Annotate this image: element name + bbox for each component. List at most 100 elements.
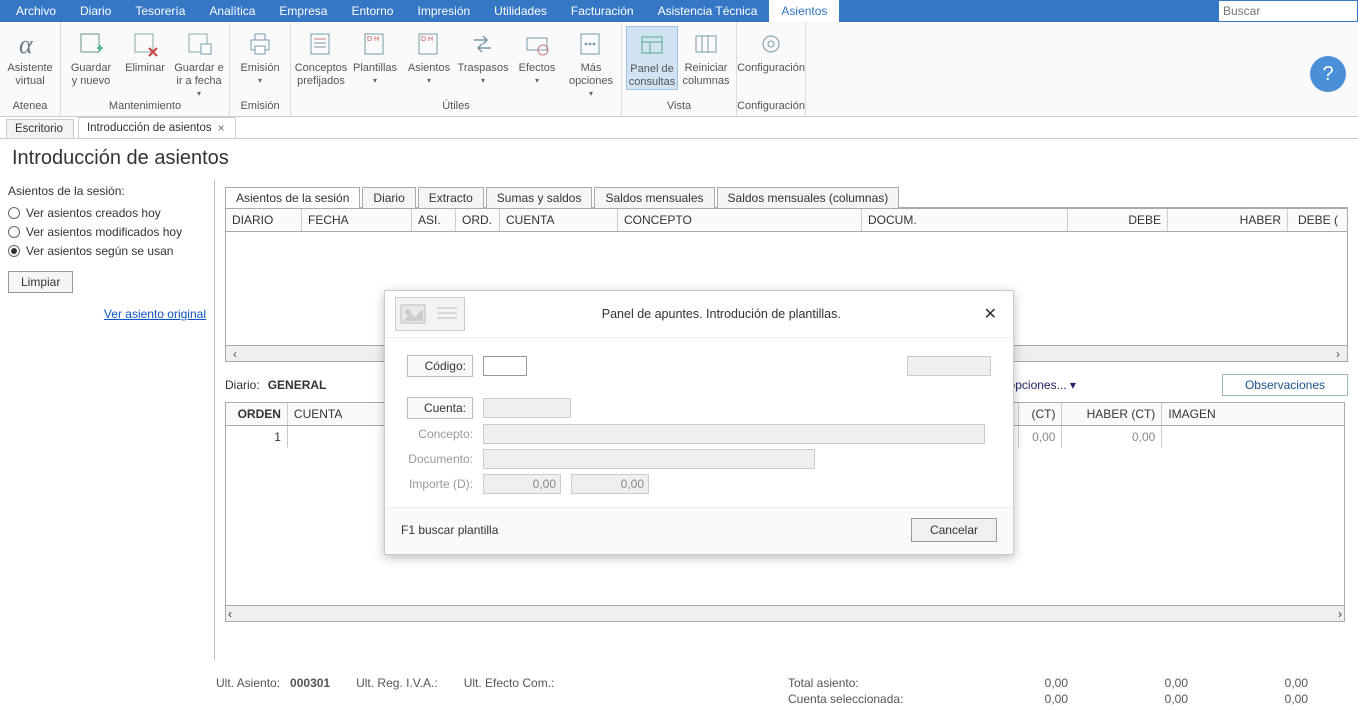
limpiar-button[interactable]: Limpiar xyxy=(8,271,73,293)
diario-value: GENERAL xyxy=(268,378,327,392)
alpha-icon: α xyxy=(14,28,46,60)
radio-usan-label: Ver asientos según se usan xyxy=(26,244,173,258)
documento-input[interactable] xyxy=(483,449,815,469)
menu-diario[interactable]: Diario xyxy=(68,0,123,22)
diario-label: Diario: xyxy=(225,378,260,392)
tab-escritorio[interactable]: Escritorio xyxy=(6,119,74,138)
guardar-fecha-button[interactable]: Guardar eir a fecha ▾ xyxy=(173,26,225,98)
menu-facturacion[interactable]: Facturación xyxy=(559,0,646,22)
group-title-mantenimiento: Mantenimiento xyxy=(61,98,229,116)
eliminar-label: Eliminar xyxy=(125,62,165,75)
col-debe[interactable]: DEBE xyxy=(1068,209,1168,231)
cancelar-button[interactable]: Cancelar xyxy=(911,518,997,542)
emision-label: Emisión xyxy=(240,62,279,75)
help-icon[interactable]: ? xyxy=(1310,56,1346,92)
codigo-label: Código: xyxy=(407,355,473,377)
codigo-input[interactable] xyxy=(483,356,527,376)
mas-opciones-button[interactable]: Másopciones ▾ xyxy=(565,26,617,98)
col-cuenta[interactable]: CUENTA xyxy=(500,209,618,231)
chevron-down-icon: ▾ xyxy=(427,76,431,85)
emision-button[interactable]: Emisión ▾ xyxy=(234,26,286,85)
col2-imagen[interactable]: IMAGEN xyxy=(1162,403,1344,425)
observaciones-button[interactable]: Observaciones xyxy=(1222,374,1348,396)
plantillas-label: Plantillas xyxy=(353,62,397,75)
subtab-extracto[interactable]: Extracto xyxy=(418,187,484,208)
importe-h-input[interactable]: 0,00 xyxy=(571,474,649,494)
subtab-sesion[interactable]: Asientos de la sesión xyxy=(225,187,360,208)
ult-asiento-value: 000301 xyxy=(290,676,330,690)
panel-icon xyxy=(636,29,668,61)
panel-consultas-button[interactable]: Panel deconsultas xyxy=(626,26,678,90)
scroll-right-icon[interactable]: › xyxy=(1331,347,1345,361)
ver-original-link[interactable]: Ver asiento original xyxy=(8,307,206,321)
group-title-config: Configuración xyxy=(737,98,805,116)
doc-tabs: Escritorio Introducción de asientos× xyxy=(0,117,1358,139)
codigo-aux-input[interactable] xyxy=(907,356,991,376)
plantillas-button[interactable]: D H Plantillas ▾ xyxy=(349,26,401,85)
traspasos-button[interactable]: Traspasos ▾ xyxy=(457,26,509,85)
cuenta-input[interactable] xyxy=(483,398,571,418)
print-icon xyxy=(244,28,276,60)
col-asi[interactable]: ASI. xyxy=(412,209,456,231)
reiniciar-columnas-button[interactable]: Reiniciarcolumnas xyxy=(680,26,732,88)
col-debe2[interactable]: DEBE ( xyxy=(1288,209,1344,231)
chevron-down-icon: ▾ xyxy=(258,76,262,85)
dialog-close-icon[interactable]: ✕ xyxy=(978,304,1003,324)
more-icon xyxy=(575,28,607,60)
col2-haberct[interactable]: HABER (CT) xyxy=(1062,403,1162,425)
subtabs: Asientos de la sesión Diario Extracto Su… xyxy=(225,186,1348,208)
scroll-left-icon[interactable]: ‹ xyxy=(228,347,242,361)
radio-modificados[interactable]: Ver asientos modificados hoy xyxy=(8,225,206,239)
guardar-nuevo-button[interactable]: Guardary nuevo xyxy=(65,26,117,88)
col2-orden[interactable]: ORDEN xyxy=(226,403,288,425)
group-utiles: Conceptosprefijados D H Plantillas ▾ D H… xyxy=(291,22,622,116)
col-docum[interactable]: DOCUM. xyxy=(862,209,1068,231)
menu-analitica[interactable]: Analítica xyxy=(197,0,267,22)
configuracion-button[interactable]: Configuración xyxy=(741,26,801,75)
col-concepto[interactable]: CONCEPTO xyxy=(618,209,862,231)
menu-impresion[interactable]: Impresión xyxy=(405,0,482,22)
subtab-sumas[interactable]: Sumas y saldos xyxy=(486,187,593,208)
radio-usan[interactable]: Ver asientos según se usan xyxy=(8,244,206,258)
scroll-left-icon[interactable]: ‹ xyxy=(228,607,232,621)
group-emision: Emisión ▾ Emisión xyxy=(230,22,291,116)
tab-escritorio-label: Escritorio xyxy=(15,123,63,135)
menu-utilidades[interactable]: Utilidades xyxy=(482,0,559,22)
concepts-icon xyxy=(305,28,337,60)
close-icon[interactable]: × xyxy=(218,121,225,135)
importe-d-input[interactable]: 0,00 xyxy=(483,474,561,494)
menu-empresa[interactable]: Empresa xyxy=(267,0,339,22)
col-fecha[interactable]: FECHA xyxy=(302,209,412,231)
menu-archivo[interactable]: Archivo xyxy=(4,0,68,22)
tab-introduccion[interactable]: Introducción de asientos× xyxy=(78,117,236,138)
cuenta-sel-v3: 0,00 xyxy=(1228,692,1308,706)
grid2-hscroll[interactable]: ‹› xyxy=(225,606,1345,622)
menu-asistencia[interactable]: Asistencia Técnica xyxy=(646,0,770,22)
scroll-right-icon[interactable]: › xyxy=(1338,607,1342,621)
subtab-saldos-col[interactable]: Saldos mensuales (columnas) xyxy=(717,187,900,208)
group-title-atenea: Atenea xyxy=(0,98,60,116)
conceptos-button[interactable]: Conceptosprefijados xyxy=(295,26,347,88)
plantillas-dialog: Panel de apuntes. Introdución de plantil… xyxy=(384,290,1014,555)
asientos-label: Asientos xyxy=(408,62,450,75)
cuenta-label: Cuenta: xyxy=(407,397,473,419)
search-input[interactable] xyxy=(1219,1,1357,21)
col2-ct[interactable]: (CT) xyxy=(1019,403,1063,425)
menu-asientos[interactable]: Asientos xyxy=(769,0,839,22)
radio-creados[interactable]: Ver asientos creados hoy xyxy=(8,206,206,220)
col-ord[interactable]: ORD. xyxy=(456,209,500,231)
chevron-down-icon: ▾ xyxy=(481,76,485,85)
menu-tesoreria[interactable]: Tesorería xyxy=(123,0,197,22)
concepto-input[interactable] xyxy=(483,424,985,444)
radio-icon xyxy=(8,207,20,219)
menu-entorno[interactable]: Entorno xyxy=(339,0,405,22)
efectos-button[interactable]: Efectos ▾ xyxy=(511,26,563,85)
col-diario[interactable]: DIARIO xyxy=(226,209,302,231)
subtab-diario[interactable]: Diario xyxy=(362,187,415,208)
asistente-virtual-button[interactable]: α Asistentevirtual xyxy=(4,26,56,88)
subtab-saldos-m[interactable]: Saldos mensuales xyxy=(594,187,714,208)
col-haber[interactable]: HABER xyxy=(1168,209,1288,231)
chevron-down-icon: ▾ xyxy=(373,76,377,85)
eliminar-button[interactable]: Eliminar xyxy=(119,26,171,75)
asientos-button[interactable]: D H Asientos ▾ xyxy=(403,26,455,85)
